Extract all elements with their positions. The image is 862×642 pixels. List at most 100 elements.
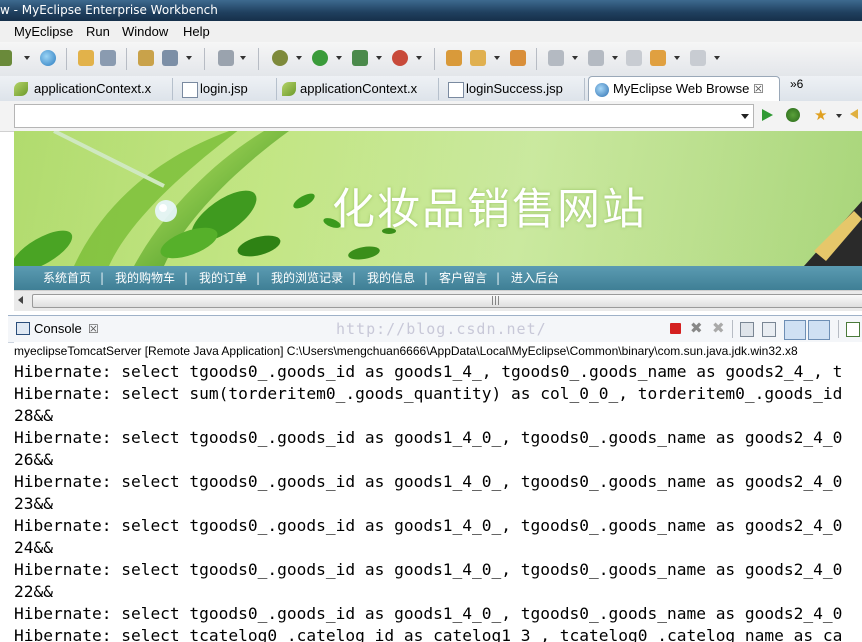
- nav-admin-link[interactable]: 进入后台: [511, 266, 559, 290]
- console-line: Hibernate: select tgoods0_.goods_id as g…: [14, 604, 843, 623]
- console-line: Hibernate: select tgoods0_.goods_id as g…: [14, 472, 843, 491]
- console-line: 28&&: [14, 406, 53, 425]
- back-arrow-icon[interactable]: [850, 109, 858, 119]
- nav-separator: |: [496, 271, 501, 285]
- nav-separator: |: [352, 271, 357, 285]
- show-on-output-icon[interactable]: [784, 320, 806, 340]
- console-line: 26&&: [14, 450, 53, 469]
- run-icon[interactable]: [312, 50, 328, 66]
- chevron-down-icon[interactable]: [240, 56, 246, 60]
- chevron-down-icon[interactable]: [741, 114, 749, 119]
- console-line: Hibernate: select sum(torderitem0_.goods…: [14, 384, 843, 403]
- remove-launch-icon[interactable]: ✖: [690, 319, 703, 337]
- remove-all-icon[interactable]: ✖: [712, 319, 725, 337]
- chevron-down-icon[interactable]: [24, 56, 30, 60]
- nav-separator: |: [184, 271, 189, 285]
- scroll-lock-icon[interactable]: [762, 322, 776, 337]
- menu-window[interactable]: Window: [122, 21, 168, 42]
- tab-applicationcontext-2[interactable]: applicationContext.x: [276, 78, 439, 100]
- terminate-icon[interactable]: [670, 323, 681, 334]
- console-icon: [16, 322, 30, 335]
- menu-bar: MyEclipse Run Window Help: [0, 21, 862, 42]
- menu-myeclipse[interactable]: MyEclipse: [14, 21, 73, 42]
- menu-run[interactable]: Run: [86, 21, 110, 42]
- site-banner: 化妆品销售网站: [14, 131, 862, 266]
- tab-login-jsp[interactable]: login.jsp: [176, 78, 277, 100]
- console-line: Hibernate: select tgoods0_.goods_id as g…: [14, 560, 843, 579]
- window-title: w - MyEclipse Enterprise Workbench: [0, 3, 218, 17]
- tab-overflow-button[interactable]: »6: [790, 77, 803, 91]
- console-view-header: Console ☒ http://blog.csdn.net/ ✖ ✖: [8, 315, 862, 343]
- globe-icon: [595, 83, 609, 97]
- next-annotation-icon[interactable]: [548, 50, 564, 66]
- deploy-icon[interactable]: [138, 50, 154, 66]
- console-line: Hibernate: select tgoods0_.goods_id as g…: [14, 362, 843, 381]
- browser-horizontal-scrollbar[interactable]: |||: [14, 290, 862, 311]
- new-wizard-icon[interactable]: [0, 50, 12, 66]
- prev-annotation-icon[interactable]: [588, 50, 604, 66]
- site-nav-bar: 系统首页 | 我的购物车 | 我的订单 | 我的浏览记录 | 我的信息 | 客户…: [14, 266, 862, 290]
- console-output[interactable]: Hibernate: select tgoods0_.goods_id as g…: [14, 361, 862, 642]
- chevron-down-icon[interactable]: [836, 114, 842, 118]
- toolbar-separator: [536, 48, 537, 70]
- chevron-down-icon[interactable]: [376, 56, 382, 60]
- url-text: [15, 109, 19, 123]
- last-edit-icon[interactable]: [626, 50, 642, 66]
- url-input[interactable]: [14, 104, 754, 128]
- open-task-icon[interactable]: [470, 50, 486, 66]
- open-type-icon[interactable]: [446, 50, 462, 66]
- chevron-down-icon[interactable]: [674, 56, 680, 60]
- chevron-down-icon[interactable]: [612, 56, 618, 60]
- toolbar-separator: [434, 48, 435, 70]
- favorites-star-icon[interactable]: ★: [814, 106, 827, 124]
- chevron-down-icon[interactable]: [572, 56, 578, 60]
- nav-history-link[interactable]: 我的浏览记录: [271, 266, 343, 290]
- tab-web-browser[interactable]: MyEclipse Web Browse ☒: [588, 76, 780, 102]
- show-on-error-icon[interactable]: [808, 320, 830, 340]
- chevron-down-icon[interactable]: [416, 56, 422, 60]
- forward-arrow-icon[interactable]: [690, 50, 706, 66]
- tab-label: applicationContext.x: [300, 81, 418, 96]
- tab-loginsuccess-jsp[interactable]: loginSuccess.jsp: [442, 78, 585, 100]
- window-title-bar: w - MyEclipse Enterprise Workbench: [0, 0, 862, 21]
- nav-home-link[interactable]: 系统首页: [43, 266, 91, 290]
- watermark: http://blog.csdn.net/: [336, 320, 547, 338]
- clear-console-icon[interactable]: [740, 322, 754, 337]
- browser-icon[interactable]: [162, 50, 178, 66]
- toolbar-separator: [838, 320, 839, 338]
- open-folder-icon[interactable]: [78, 50, 94, 66]
- scroll-left-icon[interactable]: [18, 296, 23, 304]
- close-icon[interactable]: ☒: [753, 78, 764, 100]
- debug-icon[interactable]: [272, 50, 288, 66]
- menu-help[interactable]: Help: [183, 21, 210, 42]
- run-config-icon[interactable]: [352, 50, 368, 66]
- open-console-icon[interactable]: [846, 322, 860, 337]
- chevron-down-icon[interactable]: [494, 56, 500, 60]
- server-icon[interactable]: [100, 50, 116, 66]
- nav-messages-link[interactable]: 客户留言: [439, 266, 487, 290]
- tab-label: loginSuccess.jsp: [466, 81, 563, 96]
- tab-applicationcontext-1[interactable]: applicationContext.x: [8, 78, 173, 100]
- tab-label: MyEclipse Web Browse: [613, 81, 750, 96]
- nav-separator: |: [424, 271, 429, 285]
- globe-icon[interactable]: [40, 50, 56, 66]
- chevron-down-icon[interactable]: [336, 56, 342, 60]
- toolbar-separator: [126, 48, 127, 70]
- toolbar-separator: [204, 48, 205, 70]
- image-icon[interactable]: [218, 50, 234, 66]
- close-icon[interactable]: ☒: [88, 319, 99, 339]
- tab-label: applicationContext.x: [34, 81, 152, 96]
- nav-orders-link[interactable]: 我的订单: [199, 266, 247, 290]
- back-arrow-icon[interactable]: [650, 50, 666, 66]
- chevron-down-icon[interactable]: [186, 56, 192, 60]
- search-icon[interactable]: [510, 50, 526, 66]
- editor-tab-bar: applicationContext.x login.jsp applicati…: [0, 76, 862, 102]
- scrollbar-thumb[interactable]: |||: [32, 294, 862, 308]
- go-icon[interactable]: [762, 109, 773, 121]
- chevron-down-icon[interactable]: [714, 56, 720, 60]
- external-tools-icon[interactable]: [392, 50, 408, 66]
- chevron-down-icon[interactable]: [296, 56, 302, 60]
- nav-cart-link[interactable]: 我的购物车: [115, 266, 175, 290]
- refresh-gear-icon[interactable]: [786, 108, 800, 122]
- nav-myinfo-link[interactable]: 我的信息: [367, 266, 415, 290]
